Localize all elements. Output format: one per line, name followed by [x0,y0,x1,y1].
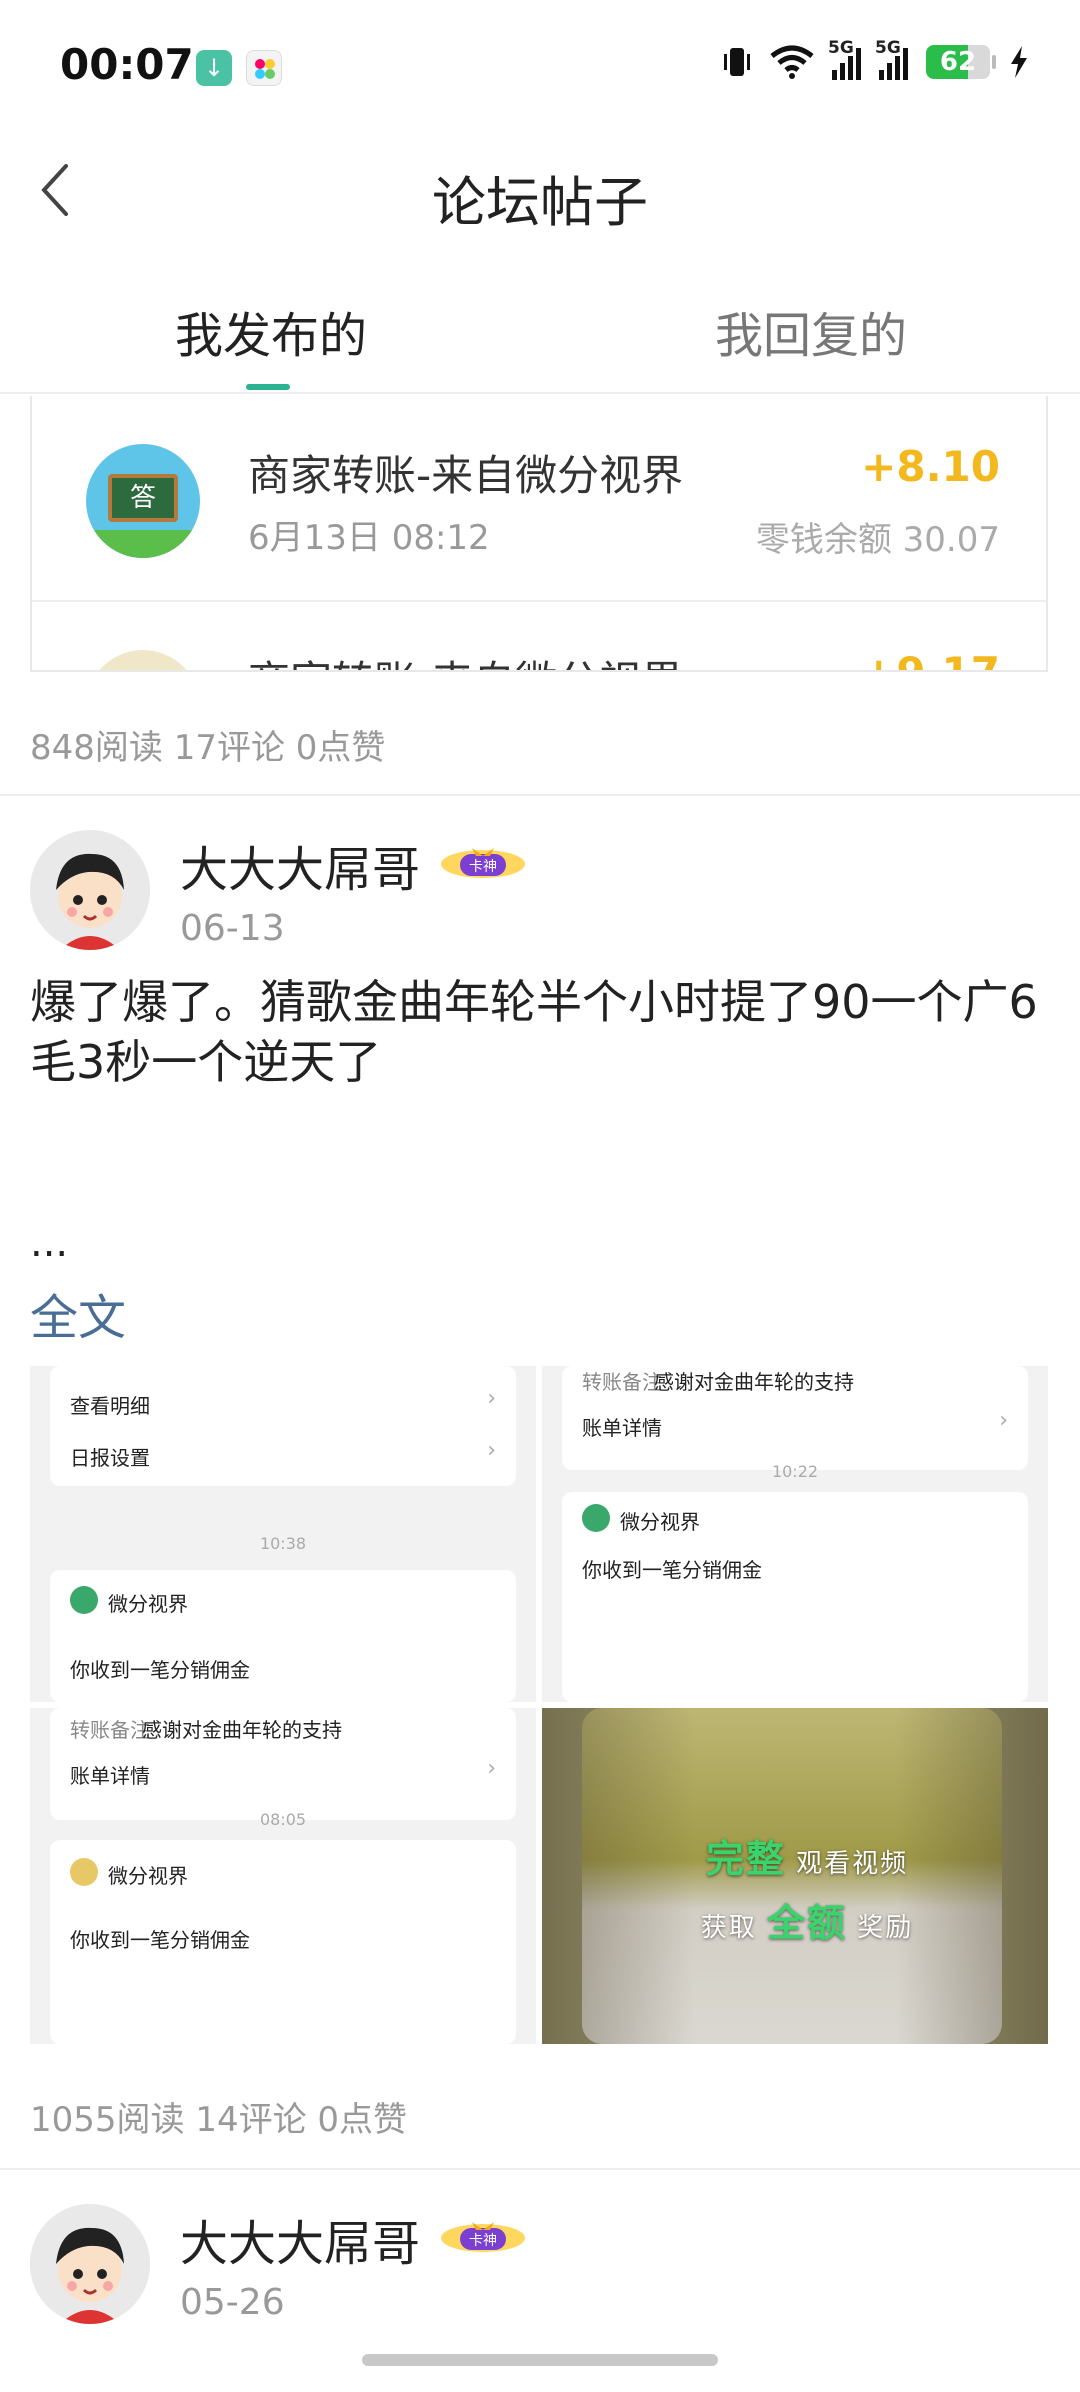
home-indicator[interactable] [362,2354,718,2366]
message-card: 微分视界 你收到一笔分销佣金 [562,1492,1028,1702]
post-image[interactable]: 转账备注 感谢对金曲年轮的支持 账单详情 › 08:05 微分视界 你收到一笔分销… [30,1708,536,2044]
network-type-1: 5G [828,38,854,58]
highlight-complete: 完整 [705,1837,786,1881]
post-divider [0,2168,1080,2170]
transaction-name: 商家转账-来自微分视界 [248,451,684,500]
transaction-name: 商家转账-来自微分视界 [248,648,683,670]
signal-icon-2: 5G [875,38,908,80]
sender-icon [70,1858,98,1886]
post-image-transactions[interactable]: 答 商家转账-来自微分视界 6月13日 08:12 +8.10 零钱余额 30.… [30,396,1048,672]
badge-icon: 卡神 [441,2222,525,2252]
status-right-group: 5G 5G 62 [722,38,1030,80]
tab-my-posts[interactable]: 我发布的 [175,296,367,366]
nav-header: 论坛帖子 [0,130,1080,250]
remark-text: 感谢对金曲年轮的支持 [654,1370,854,1394]
author-name[interactable]: 大大大屌哥 [180,2204,420,2274]
banner-text: 获取 [700,1913,757,1943]
highlight-full: 全额 [766,1901,847,1945]
banner-text: 观看视频 [796,1849,909,1879]
download-icon: ↓ [196,50,232,86]
detail-card: 转账备注 感谢对金曲年轮的支持 账单详情 › [562,1366,1028,1470]
menu-card: 查看明细 › 日报设置 › [50,1366,516,1486]
badge-label: 卡神 [469,2233,497,2249]
remark-label: 转账备注 [70,1718,150,1742]
remark-label: 转账备注 [582,1370,662,1394]
detail-card: 转账备注 感谢对金曲年轮的支持 账单详情 › [50,1708,516,1820]
sender-icon [582,1504,610,1532]
timestamp: 10:22 [771,1462,819,1481]
page-title: 论坛帖子 [432,171,648,234]
post-image-grid: 查看明细 › 日报设置 › 10:38 微分视界 你收到一笔分销佣金 转账备注 感谢… [30,1366,1048,2044]
sender-name: 微分视界 [108,1864,188,1888]
badge-icon: 卡神 [441,848,525,878]
transaction-amount: +9.17 [861,648,1000,670]
post-image[interactable]: 转账备注 感谢对金曲年轮的支持 账单详情 › 10:22 微分视界 你收到一笔分销… [542,1366,1048,1702]
post-date: 06-13 [180,908,285,949]
battery-icon: 62 [926,45,996,79]
battery-level: 62 [939,47,977,77]
avatar[interactable] [30,2204,150,2324]
signal-icon: 5G [828,38,861,80]
charging-icon [1011,46,1027,78]
video-reward-banner: 完整 观看视频 获取 全额 奖励 [642,1828,972,1968]
transaction-amount: +8.10 [861,442,1000,491]
video-thumbnail[interactable]: 完整 观看视频 获取 全额 奖励 [542,1708,1048,2044]
menu-row: 查看明细 [70,1394,150,1418]
message-card: 微分视界 你收到一笔分销佣金 [50,1570,516,1702]
timestamp: 08:05 [259,1810,307,1829]
post-divider [0,794,1080,796]
message-text: 你收到一笔分销佣金 [582,1558,762,1582]
full-text-link[interactable]: 全文 [30,1278,126,1348]
post-body[interactable]: 爆了爆了。猜歌金曲年轮半个小时提了90一个广6毛3秒一个逆天了 [30,972,1060,1092]
tab-bar: 我发布的 我回复的 [0,270,1080,394]
post-stats: 848阅读 17评论 0点赞 [30,728,386,768]
merchant-avatar: 答 [86,444,200,558]
message-card: 微分视界 你收到一笔分销佣金 [50,1840,516,2044]
sender-icon [70,1586,98,1614]
wifi-icon [770,45,814,79]
transaction-row: 答 商家转账-来自微分视界 6月13日 08:12 +8.10 零钱余额 30.… [32,396,1046,602]
menu-row: 日报设置 [70,1446,150,1470]
vibrate-icon [724,48,750,76]
banner-text: 奖励 [857,1913,914,1943]
tab-active-indicator [246,384,290,390]
tab-my-replies[interactable]: 我回复的 [715,296,907,366]
remark-text: 感谢对金曲年轮的支持 [142,1718,342,1742]
message-text: 你收到一笔分销佣金 [70,1928,250,1952]
sender-name: 微分视界 [620,1510,700,1534]
message-text: 你收到一笔分销佣金 [70,1658,250,1682]
merchant-avatar [86,650,200,670]
post-stats: 1055阅读 14评论 0点赞 [30,2100,408,2140]
post-ellipsis: ... [30,1220,69,1266]
bill-detail: 账单详情 [582,1416,662,1440]
status-time: 00:07 [60,40,194,89]
network-type-2: 5G [875,38,901,58]
bill-detail: 账单详情 [70,1764,150,1788]
app-icon [246,50,282,86]
timestamp: 10:38 [259,1534,307,1553]
badge-label: 卡神 [469,859,497,875]
transaction-time: 6月13日 08:12 [248,518,490,558]
status-bar: 00:07 ↓ 5G 5G 62 [0,0,1080,130]
author-name[interactable]: 大大大屌哥 [180,830,420,900]
post-date: 05-26 [180,2282,285,2323]
avatar[interactable] [30,830,150,950]
transaction-row: 商家转账-来自微分视界 +9.17 [32,602,1046,670]
post-image[interactable]: 查看明细 › 日报设置 › 10:38 微分视界 你收到一笔分销佣金 [30,1366,536,1702]
transaction-balance: 零钱余额 30.07 [755,520,1000,560]
sender-name: 微分视界 [108,1592,188,1616]
